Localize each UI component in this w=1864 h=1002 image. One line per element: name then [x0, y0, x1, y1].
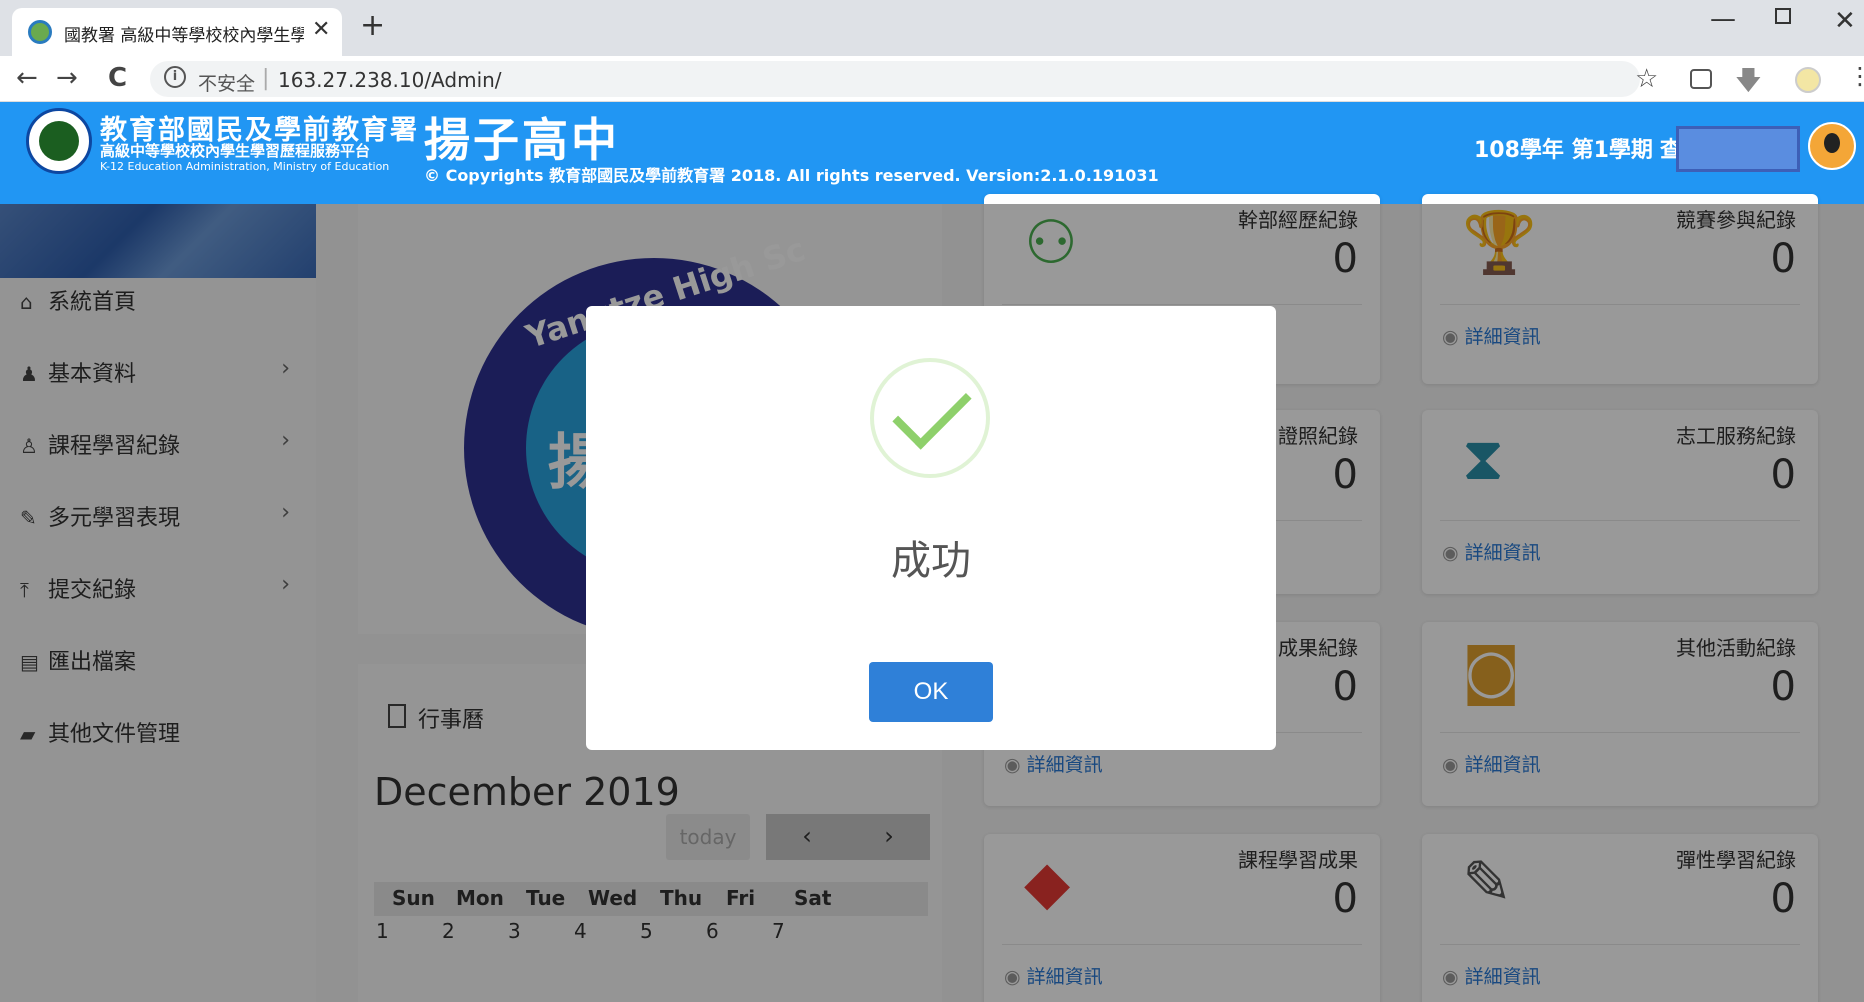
screen: 國教署 高級中等學校校內學生學 ✕ + — ✕ ← → C i 不安全 | 16… [0, 0, 1864, 1002]
url-text[interactable]: 163.27.238.10/Admin/ [278, 68, 502, 92]
ok-button[interactable]: OK [869, 662, 993, 722]
success-dialog: 成功 OK [586, 306, 1276, 750]
new-tab-button[interactable]: + [360, 8, 385, 43]
extension-icon[interactable] [1690, 69, 1712, 89]
platform-english: K-12 Education Administration, Ministry … [100, 160, 390, 173]
profile-icon[interactable] [1795, 67, 1821, 93]
favicon-icon [28, 20, 52, 44]
minimize-button[interactable]: — [1710, 4, 1736, 34]
browser-toolbar: ← → C i 不安全 | 163.27.238.10/Admin/ ☆ 🡇 ⋮ [0, 56, 1864, 102]
semester-label: 108學年 第1學期 [1474, 138, 1653, 163]
user-name-redacted[interactable] [1676, 126, 1800, 172]
browser-tab-bar: 國教署 高級中等學校校內學生學 ✕ + — ✕ [0, 0, 1864, 56]
tab-title: 國教署 高級中等學校校內學生學 [64, 26, 304, 46]
app-header: 教育部國民及學前教育署 高級中等學校校內學生學習歷程服務平台 K-12 Educ… [0, 102, 1864, 204]
ministry-logo [26, 108, 92, 174]
window-close-button[interactable]: ✕ [1834, 6, 1856, 36]
browser-menu-icon[interactable]: ⋮ [1848, 62, 1864, 90]
platform-title: 高級中等學校校內學生學習歷程服務平台 [100, 142, 371, 160]
reload-button[interactable]: C [108, 63, 127, 93]
success-icon [870, 358, 990, 478]
restore-button[interactable] [1775, 8, 1791, 24]
logo-emblem-icon [39, 121, 79, 161]
dialog-title: 成功 [891, 538, 971, 584]
bookmark-star-icon[interactable]: ☆ [1635, 64, 1658, 94]
download-icon[interactable]: 🡇 [1735, 62, 1762, 106]
forward-button[interactable]: → [56, 63, 78, 93]
avatar[interactable] [1808, 122, 1856, 170]
address-bar[interactable]: i 不安全 | 163.27.238.10/Admin/ [150, 61, 1640, 97]
info-icon[interactable]: i [164, 66, 186, 88]
browser-tab[interactable]: 國教署 高級中等學校校內學生學 ✕ [12, 8, 342, 56]
back-button[interactable]: ← [16, 63, 38, 93]
school-name: 揚子高中 [424, 113, 620, 167]
checkmark-icon [892, 370, 972, 450]
copyright-text: © Copyrights 教育部國民及學前教育署 2018. All right… [424, 166, 1159, 185]
insecure-label: 不安全 [198, 73, 256, 95]
omnibox-separator: | [262, 66, 270, 91]
tab-close-icon[interactable]: ✕ [312, 17, 330, 42]
